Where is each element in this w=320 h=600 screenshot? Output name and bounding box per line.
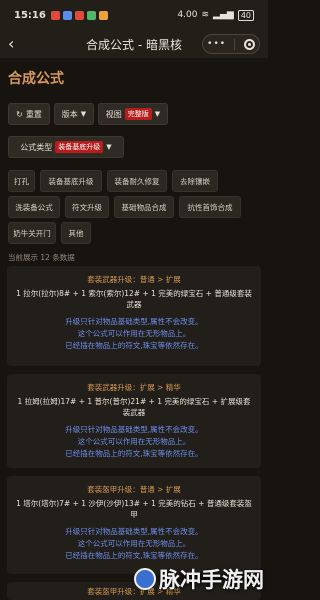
- app-icon-4: [86, 10, 96, 20]
- signal-icon: ▂▄▆: [213, 10, 234, 20]
- app-icon-2: [62, 10, 72, 20]
- status-bar: 15:16 4.00 ≋ ▂▄▆ 40: [0, 0, 268, 30]
- status-time: 15:16: [14, 9, 46, 21]
- filter-chip[interactable]: 装备耐久修复: [107, 170, 167, 192]
- view-dropdown[interactable]: 视图 完整版 ▼: [98, 103, 168, 125]
- filter-chip[interactable]: 奶牛关开门: [8, 222, 56, 244]
- desc-line: 这个公式可以作用在无形物品上。: [77, 437, 191, 446]
- desc-line: 已经插在物品上的符文,珠宝等依然存在。: [65, 449, 203, 458]
- desc-line: 升级只针对物品基础类型,属性不会改变。: [65, 425, 203, 434]
- filter-chip[interactable]: 符文升级: [65, 196, 109, 218]
- capsule-divider: [234, 38, 236, 50]
- notification-icons: [50, 10, 108, 20]
- net-speed: 4.00: [177, 10, 198, 20]
- card-description: 升级只针对物品基础类型,属性不会改变。 这个公式可以作用在无形物品上。 已经插在…: [7, 424, 261, 460]
- formula-card[interactable]: 套装武器升级：普通 > 扩展 1 拉尔(拉尔)8# + 1 索尔(索尔)12# …: [7, 266, 261, 366]
- app-icon-1: [50, 10, 60, 20]
- watermark-logo-icon: [134, 568, 156, 590]
- formula-card[interactable]: 套装盔甲升级：普通 > 扩展 1 塔尔(塔尔)7# + 1 沙伊(沙伊)13# …: [7, 476, 261, 574]
- card-description: 升级只针对物品基础类型,属性不会改变。 这个公式可以作用在无形物品上。 已经插在…: [7, 316, 261, 352]
- watermark-text: 脉冲手游网: [159, 568, 264, 592]
- card-title: 套装盔甲升级：普通 > 扩展: [87, 485, 181, 494]
- card-recipe: 1 塔尔(塔尔)7# + 1 沙伊(沙伊)13# + 1 完美的钻石 + 普通级…: [16, 499, 252, 519]
- filter-chip[interactable]: 抗性首饰合成: [179, 196, 241, 218]
- more-icon[interactable]: •••: [207, 39, 226, 49]
- desc-line: 这个公式可以作用在无形物品上。: [77, 329, 191, 338]
- desc-line: 升级只针对物品基础类型,属性不会改变。: [65, 317, 203, 326]
- close-icon[interactable]: [243, 38, 255, 50]
- card-recipe: 1 拉尔(拉尔)8# + 1 索尔(索尔)12# + 1 完美的绿宝石 + 普通…: [16, 289, 252, 309]
- desc-line: 已经插在物品上的符文,珠宝等依然存在。: [65, 341, 203, 350]
- filter-chip[interactable]: 基础物品合成: [114, 196, 174, 218]
- card-recipe: 1 拉姆(拉姆)17# + 1 普尔(普尔)21# + 1 完美的绿宝石 + 扩…: [17, 397, 251, 417]
- filter-chip[interactable]: 其他: [61, 222, 91, 244]
- version-dropdown[interactable]: 版本 ▼: [54, 103, 94, 125]
- app-icon-3: [74, 10, 84, 20]
- caret-down-icon: ▼: [106, 143, 112, 151]
- battery-icon: 40: [237, 9, 254, 21]
- formula-type-label: 公式类型: [20, 142, 53, 152]
- filter-chip[interactable]: 打孔: [8, 170, 35, 192]
- app-icon-5: [98, 10, 108, 20]
- site-watermark: 脉冲手游网: [134, 564, 264, 594]
- reset-button[interactable]: ↻ 重置: [8, 103, 50, 125]
- desc-line: 这个公式可以作用在无形物品上。: [77, 539, 191, 548]
- formula-type-tag: 装备基底升级: [55, 141, 104, 153]
- formula-card[interactable]: 套装武器升级：扩展 > 精华 1 拉姆(拉姆)17# + 1 普尔(普尔)21#…: [7, 374, 261, 468]
- refresh-icon: ↻: [16, 109, 23, 119]
- view-tag: 完整版: [124, 108, 152, 120]
- formula-type-dropdown[interactable]: 公式类型 装备基底升级 ▼: [8, 136, 124, 158]
- filter-chip[interactable]: 去除镶嵌: [172, 170, 218, 192]
- mini-program-capsule: •••: [202, 34, 260, 54]
- filter-chip[interactable]: 装备基底升级: [40, 170, 102, 192]
- desc-line: 升级只针对物品基础类型,属性不会改变。: [65, 527, 203, 536]
- nav-bar: ‹ 合成公式 - 暗黑核 •••: [0, 30, 268, 58]
- card-description: 升级只针对物品基础类型,属性不会改变。 这个公式可以作用在无形物品上。 已经插在…: [7, 526, 261, 562]
- view-label: 视图: [105, 109, 122, 119]
- filter-chip[interactable]: 洗装备公式: [8, 196, 60, 218]
- desc-line: 已经插在物品上的符文,珠宝等依然存在。: [65, 551, 203, 560]
- reset-label: 重置: [25, 109, 42, 119]
- version-label: 版本: [61, 109, 78, 119]
- card-title: 套装武器升级：普通 > 扩展: [87, 275, 181, 284]
- card-title: 套装武器升级：扩展 > 精华: [87, 383, 181, 392]
- caret-down-icon: ▼: [154, 110, 161, 118]
- status-right: 4.00 ≋ ▂▄▆ 40: [177, 9, 254, 21]
- caret-down-icon: ▼: [80, 110, 87, 118]
- result-count: 当前展示 12 条数据: [8, 253, 75, 262]
- wifi-icon: ≋: [201, 10, 210, 20]
- page-title: 合成公式: [8, 71, 64, 87]
